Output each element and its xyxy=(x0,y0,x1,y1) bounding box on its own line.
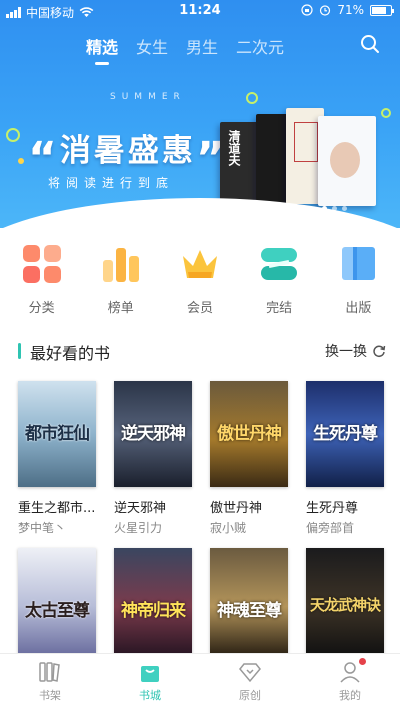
crown-icon xyxy=(182,250,217,278)
book-title: 逆天邪神 xyxy=(114,501,167,516)
nav-label: 书架 xyxy=(39,689,61,702)
nav-label: 我的 xyxy=(339,689,361,702)
category-label: 分类 xyxy=(28,301,55,316)
book-card[interactable]: 生死丹尊 生死丹尊 偏旁部首 xyxy=(306,381,384,536)
book-grid-row-1: 都市狂仙 重生之都市... 梦中笔丶 逆天邪神 逆天邪神 火星引力 傲世丹神 傲… xyxy=(18,381,384,536)
book-icon xyxy=(342,247,376,280)
section-header: 最好看的书 换一换 xyxy=(18,340,386,363)
category-publish[interactable]: 出版 xyxy=(323,244,393,316)
book-cover[interactable]: 都市狂仙 xyxy=(18,381,96,487)
book-cover[interactable]: 神帝归来 xyxy=(114,548,192,654)
category-label: 榜单 xyxy=(107,301,134,316)
refresh-icon xyxy=(373,345,386,358)
banner-books: 清道夫 xyxy=(216,108,386,216)
decor-ring xyxy=(246,92,258,104)
book-title: 重生之都市... xyxy=(18,501,96,516)
bookshelf-icon xyxy=(39,662,60,682)
category-row: 分类 榜单 会员 完结 出版 xyxy=(0,244,400,316)
category-label: 完结 xyxy=(266,301,293,316)
bottom-nav: 书架 书城 原创 我的 xyxy=(0,653,400,711)
search-icon[interactable] xyxy=(360,34,380,54)
bar-chart-icon xyxy=(102,248,139,282)
layers-icon xyxy=(261,248,298,280)
book-cover[interactable]: 太古至尊 xyxy=(18,548,96,654)
book-cover[interactable]: 生死丹尊 xyxy=(306,381,384,487)
book-author: 寂小贼 xyxy=(210,521,247,535)
status-bar: 中国移动 11:24 71% xyxy=(0,0,400,22)
shopping-bag-icon xyxy=(141,666,159,682)
nav-original[interactable]: 原创 xyxy=(210,654,290,711)
book-card[interactable]: 神魂至尊 xyxy=(210,548,288,654)
grid-icon xyxy=(22,245,61,283)
banner-book-cover xyxy=(318,116,376,206)
nav-label: 原创 xyxy=(239,689,261,702)
book-title: 生死丹尊 xyxy=(306,501,359,516)
category-label: 会员 xyxy=(186,301,213,316)
decor-dot xyxy=(18,158,24,164)
book-cover[interactable]: 傲世丹神 xyxy=(210,381,288,487)
book-cover[interactable]: 神魂至尊 xyxy=(210,548,288,654)
notification-badge xyxy=(359,658,366,665)
tab-male[interactable]: 男生 xyxy=(186,34,218,58)
banner-subtitle: 将阅读进行到底 xyxy=(48,176,175,190)
book-cover[interactable]: 逆天邪神 xyxy=(114,381,192,487)
nav-bookstore[interactable]: 书城 xyxy=(110,654,190,711)
banner-pagination xyxy=(322,206,347,211)
book-cover[interactable]: 天龙武神诀 xyxy=(306,548,384,654)
banner-book-cover xyxy=(256,114,290,206)
book-author: 偏旁部首 xyxy=(306,521,355,535)
banner-small-text: SUMMER xyxy=(110,92,186,102)
category-member[interactable]: 会员 xyxy=(165,244,235,316)
top-tabs: 精选 女生 男生 二次元 xyxy=(86,34,284,65)
section-title: 最好看的书 xyxy=(30,344,111,363)
battery-percent: 71% xyxy=(337,3,364,17)
book-card[interactable]: 傲世丹神 傲世丹神 寂小贼 xyxy=(210,381,288,536)
refresh-label: 换一换 xyxy=(325,344,367,360)
tab-anime[interactable]: 二次元 xyxy=(236,34,284,58)
refresh-button[interactable]: 换一换 xyxy=(325,341,386,361)
page-dot xyxy=(332,206,337,211)
rotation-lock-icon xyxy=(301,4,313,16)
book-card[interactable]: 太古至尊 xyxy=(18,548,96,654)
book-title: 傲世丹神 xyxy=(210,501,263,516)
nav-mine[interactable]: 我的 xyxy=(310,654,390,711)
page-dot xyxy=(322,206,327,211)
page-dot xyxy=(342,206,347,211)
book-author: 火星引力 xyxy=(114,521,163,535)
decor-ring xyxy=(6,128,20,142)
category-completed[interactable]: 完结 xyxy=(244,244,314,316)
book-card[interactable]: 神帝归来 xyxy=(114,548,192,654)
book-grid-row-2: 太古至尊 神帝归来 神魂至尊 天龙武神诀 xyxy=(18,548,384,654)
book-card[interactable]: 都市狂仙 重生之都市... 梦中笔丶 xyxy=(18,381,96,536)
tab-featured[interactable]: 精选 xyxy=(86,34,118,65)
user-icon xyxy=(340,662,360,683)
category-classify[interactable]: 分类 xyxy=(7,244,77,316)
category-ranking[interactable]: 榜单 xyxy=(86,244,156,316)
section-accent-bar xyxy=(18,343,21,359)
hero-banner[interactable]: 中国移动 11:24 71% 精选 女生 男生 二次元 SUMMER “消暑盛惠… xyxy=(0,0,400,228)
battery-icon xyxy=(370,4,394,16)
nav-label: 书城 xyxy=(139,689,161,702)
book-author: 梦中笔丶 xyxy=(18,521,67,535)
book-card[interactable]: 逆天邪神 逆天邪神 火星引力 xyxy=(114,381,192,536)
book-card[interactable]: 天龙武神诀 xyxy=(306,548,384,654)
alarm-icon xyxy=(320,5,331,16)
diamond-icon xyxy=(239,663,261,683)
tab-female[interactable]: 女生 xyxy=(136,34,168,58)
nav-bookshelf[interactable]: 书架 xyxy=(10,654,90,711)
category-label: 出版 xyxy=(345,301,372,316)
